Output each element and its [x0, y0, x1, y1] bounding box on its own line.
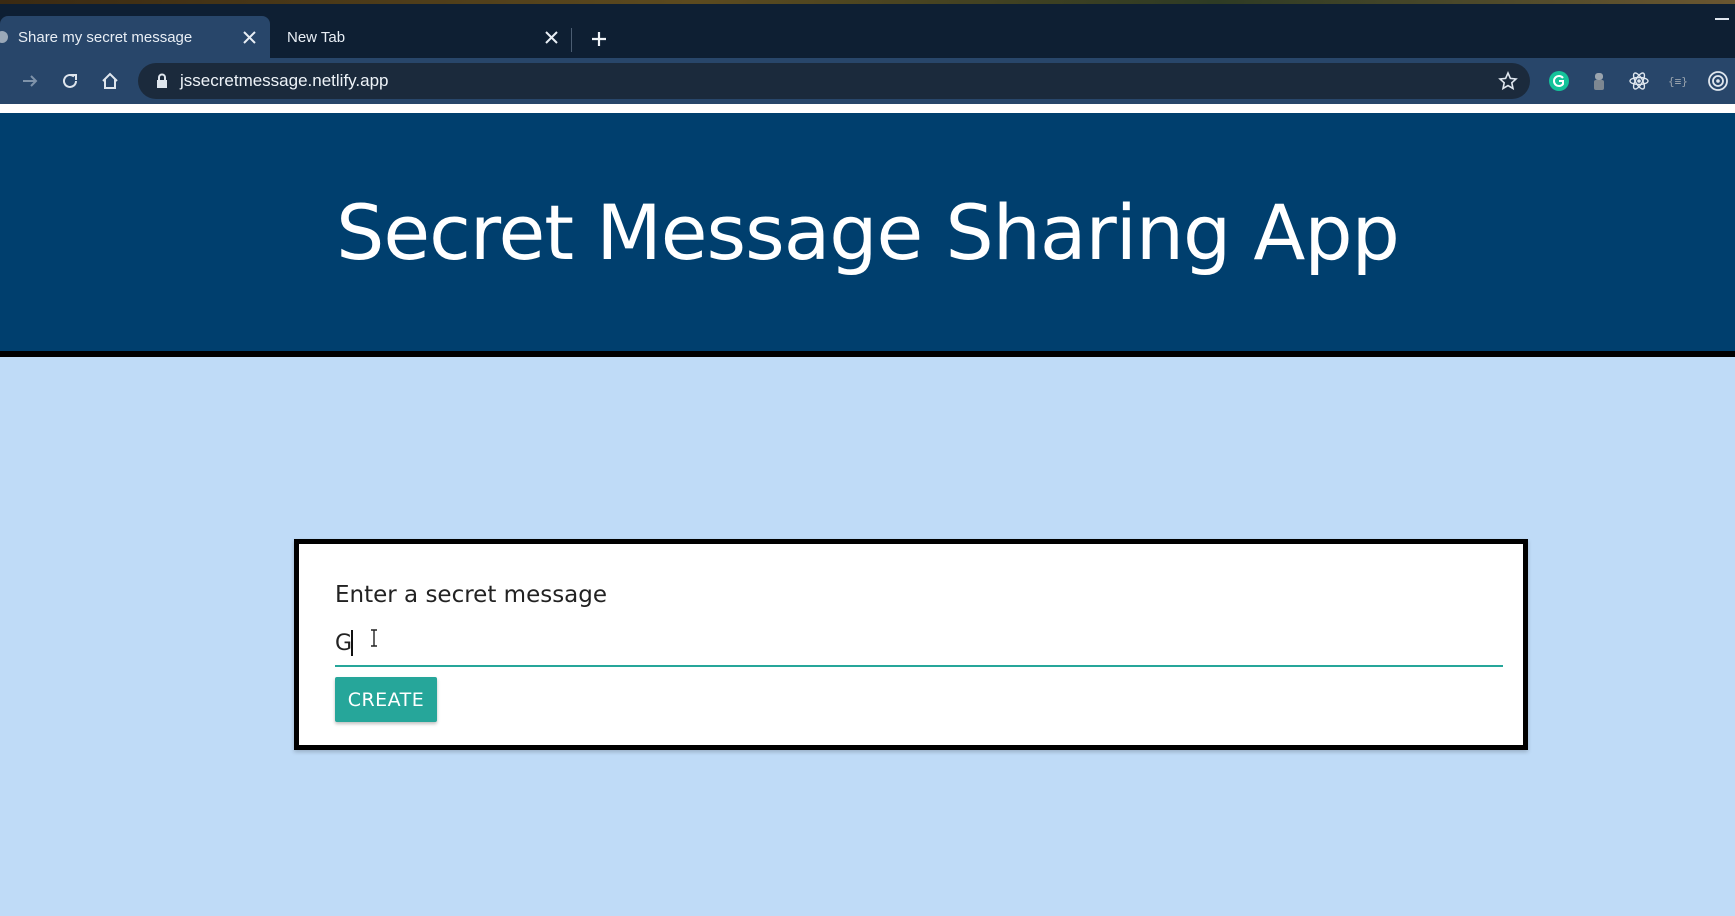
create-button[interactable]: CREATE — [335, 677, 437, 722]
tab-share-secret[interactable]: Share my secret message — [0, 16, 270, 58]
forward-button[interactable] — [17, 68, 43, 94]
tab-separator — [571, 28, 572, 52]
new-tab-button[interactable] — [588, 28, 610, 50]
page-header: Secret Message Sharing App — [0, 113, 1735, 357]
browser-toolbar: jssecretmessage.netlify.app {≡} — [0, 58, 1735, 104]
home-button[interactable] — [97, 68, 123, 94]
reload-icon — [63, 73, 77, 88]
reload-button[interactable] — [57, 68, 83, 94]
target-icon[interactable] — [1706, 69, 1730, 93]
tab-title: New Tab — [287, 28, 346, 46]
message-label: Enter a secret message — [335, 582, 608, 608]
page-title: Secret Message Sharing App — [336, 187, 1400, 277]
address-bar[interactable]: jssecretmessage.netlify.app — [138, 63, 1530, 99]
json-viewer-icon[interactable]: {≡} — [1667, 69, 1691, 93]
react-devtools-icon[interactable] — [1627, 69, 1651, 93]
plus-icon — [592, 32, 606, 46]
star-icon[interactable] — [1498, 71, 1518, 95]
tab-strip: Share my secret message New Tab — [0, 4, 1735, 58]
text-caret — [351, 630, 353, 656]
grammarly-icon[interactable] — [1547, 69, 1571, 93]
ibeam-cursor-icon — [369, 629, 379, 651]
message-form-card: Enter a secret message CREATE — [294, 539, 1528, 750]
extension-icon[interactable] — [1587, 69, 1611, 93]
home-icon — [102, 72, 118, 89]
minimize-button[interactable] — [1715, 18, 1729, 20]
tab-title: Share my secret message — [18, 28, 193, 46]
svg-text:{≡}: {≡} — [1668, 75, 1688, 88]
viewport-top-edge — [0, 104, 1735, 113]
secret-message-input[interactable] — [335, 621, 1503, 667]
close-icon[interactable] — [544, 30, 558, 44]
url-text: jssecretmessage.netlify.app — [180, 71, 389, 90]
close-icon[interactable] — [242, 30, 256, 44]
globe-icon — [0, 31, 8, 43]
lock-icon — [156, 73, 168, 93]
tab-new-tab[interactable]: New Tab — [270, 16, 570, 58]
arrow-right-icon — [23, 75, 38, 87]
